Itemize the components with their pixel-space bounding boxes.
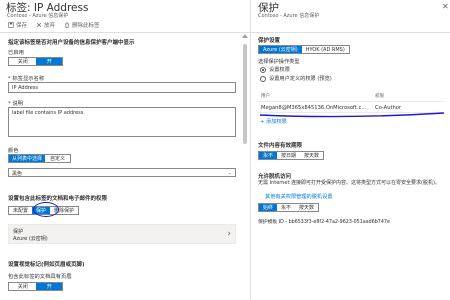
chevron-right-icon: › (227, 229, 231, 239)
protection-card-value: Azure (云密钥) (13, 236, 48, 242)
scrollbar[interactable] (242, 34, 248, 300)
permission-type-label: 选择保护操作类型 (258, 59, 300, 65)
permissions-table-header: 用户 权限 (258, 92, 444, 100)
header-toggle[interactable]: 关闭 开 (8, 282, 63, 291)
radio-user-defined-label: 设置用户定义的权限 (预览) (269, 76, 332, 82)
enabled-toggle[interactable]: 关闭 开 (8, 57, 63, 66)
tab-custom[interactable]: 自定义 (45, 155, 71, 162)
scroll-thumb[interactable] (243, 44, 247, 144)
display-name-input[interactable]: IP Address (8, 82, 236, 93)
header-label: 包含此标签的文档具有页眉 (8, 274, 72, 280)
expiry-by-days[interactable]: 按天数 (300, 152, 323, 159)
header-divider (251, 32, 450, 33)
tab-choose-from-list[interactable]: 从列表中选择 (9, 155, 46, 162)
close-icon[interactable]: ✕ (442, 2, 449, 11)
delete-label: 删除此标签 (72, 23, 100, 29)
display-name-label: * 标签显示名称 (8, 76, 45, 82)
color-dropdown[interactable]: 黑色 ⌄ (8, 168, 236, 177)
scroll-up-icon[interactable] (242, 34, 248, 38)
toolbar-divider (0, 32, 250, 33)
expiry-never[interactable]: 永不 (259, 152, 278, 159)
protection-settings-heading: 保护设置 (258, 38, 281, 44)
radio-set-permissions-label: 设置权限 (269, 67, 290, 73)
chevron-down-icon: ⌄ (227, 170, 232, 176)
discard-button[interactable]: 放弃 (36, 21, 55, 29)
color-dropdown-value: 黑色 (12, 171, 23, 177)
description-label: * 说明 (8, 101, 23, 107)
save-icon (8, 22, 14, 28)
offline-options[interactable]: 始终 永不 按天数 (258, 203, 320, 212)
offline-never[interactable]: 永不 (277, 204, 295, 211)
offline-access-description: 无需 Internet 连接即可打开受保护内容。这将类型方式可以在零安全要求(脱… (258, 180, 440, 186)
protection-card-title: 保护 (13, 229, 24, 235)
expiry-heading: 文件内容有效期限 (258, 143, 303, 149)
annotation-circle (33, 202, 59, 217)
add-permissions-link[interactable]: + 添加权限 (260, 118, 287, 125)
radio-set-permissions[interactable]: 设置权限 (260, 66, 290, 73)
radio-unselected-icon (260, 75, 266, 82)
expiry-by-date[interactable]: 按日期 (277, 152, 300, 159)
protection-blade: 保护 Contoso - Azure 信息保护 ✕ 保护设置 Azure (云密… (251, 0, 450, 300)
tab-azure-cloud-key[interactable]: Azure (云密钥) (259, 46, 302, 53)
color-mode-tabs[interactable]: 从列表中选择 自定义 (8, 154, 72, 163)
radio-selected-icon (260, 66, 266, 73)
enable-section-heading: 指定该标签是否对用户设备的信息保护客户端中显示 (8, 40, 135, 46)
expiry-options[interactable]: 永不 按日期 按天数 (258, 151, 325, 160)
template-id-text: 保护模板 ID - bb6533f3-e8f2-47a2-9623-051aad… (258, 220, 390, 225)
offline-access-heading: 允许脱机访问 (258, 174, 292, 180)
offline-always[interactable]: 始终 (259, 204, 278, 211)
tab-not-configured[interactable]: 未配置 (9, 207, 32, 214)
discard-label: 放弃 (44, 23, 56, 29)
save-label: 保存 (16, 23, 28, 29)
delete-label-button[interactable]: 删除此标签 (64, 21, 100, 29)
protection-settings-card[interactable]: 保护 Azure (云密钥) › (8, 224, 236, 244)
radio-user-defined[interactable]: 设置用户定义的权限 (预览) (260, 75, 332, 82)
header-toggle-off[interactable]: 关闭 (9, 283, 37, 290)
protection-section-heading: 设置包含此标签的文档和电子邮件的权限 (8, 196, 108, 202)
trash-icon (65, 22, 69, 28)
blade-subtitle: Contoso - Azure 信息保护 (7, 13, 69, 19)
protection-blade-subtitle: Contoso - Azure 信息保护 (258, 13, 320, 19)
toolbar: 保存 放弃 删除此标签 (0, 19, 250, 31)
label-blade: 标签: IP Address Contoso - Azure 信息保护 保存 放… (0, 0, 250, 300)
toggle-on-option[interactable]: 开 (36, 58, 62, 65)
offline-by-days[interactable]: 按天数 (295, 204, 318, 211)
save-button[interactable]: 保存 (8, 21, 27, 29)
toggle-off-option[interactable]: 关闭 (9, 58, 37, 65)
close-icon (36, 22, 42, 28)
column-header-user: 用户 (261, 94, 270, 99)
key-type-tabs[interactable]: Azure (云密钥) HYOK (AD RMS) (258, 45, 350, 54)
visual-marking-heading: 设置视觉标记(例如页眉或页脚) (8, 262, 85, 268)
header-toggle-on[interactable]: 开 (36, 283, 62, 290)
tab-hyok[interactable]: HYOK (AD RMS) (302, 46, 349, 53)
enabled-label: 已启用 (8, 50, 24, 56)
description-textarea[interactable]: label file contains IP address (8, 107, 236, 137)
annotation-underline (259, 112, 445, 118)
column-header-permission: 权限 (375, 94, 384, 99)
offline-settings-link[interactable]: 其他有关权限管理的脱机设置 (265, 193, 332, 200)
color-label: 颜色 (8, 148, 19, 154)
